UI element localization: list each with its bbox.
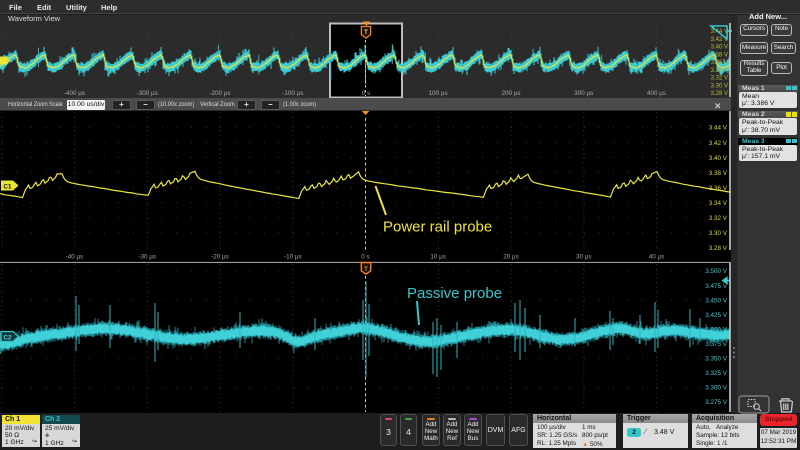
svg-text:3.500 V: 3.500 V	[705, 268, 728, 275]
svg-text:-300 µs: -300 µs	[137, 90, 158, 97]
svg-text:-40 µs: -40 µs	[66, 254, 84, 261]
svg-text:0 s: 0 s	[361, 254, 369, 261]
svg-text:-10 µs: -10 µs	[284, 254, 302, 261]
svg-text:C1: C1	[4, 184, 12, 191]
svg-text:200 µs: 200 µs	[501, 90, 520, 97]
svg-text:20 µs: 20 µs	[503, 254, 519, 261]
svg-text:3.32 V: 3.32 V	[709, 215, 728, 222]
svg-text:30 µs: 30 µs	[576, 254, 592, 261]
svg-text:T: T	[364, 266, 368, 273]
svg-text:-200 µs: -200 µs	[209, 90, 230, 97]
svg-text:3.40 V: 3.40 V	[711, 45, 728, 51]
svg-text:3.425 V: 3.425 V	[705, 312, 728, 319]
svg-text:3.450 V: 3.450 V	[705, 297, 728, 304]
svg-text:3.475 V: 3.475 V	[705, 283, 728, 290]
svg-text:3.38 V: 3.38 V	[709, 170, 728, 177]
svg-text:3.34 V: 3.34 V	[711, 68, 728, 74]
svg-text:100 µs: 100 µs	[429, 90, 448, 97]
svg-text:3.38 V: 3.38 V	[711, 52, 728, 58]
svg-text:3.32 V: 3.32 V	[711, 76, 728, 82]
svg-text:3.40 V: 3.40 V	[709, 155, 728, 162]
svg-text:3.325 V: 3.325 V	[705, 370, 728, 377]
svg-text:-100 µs: -100 µs	[282, 90, 303, 97]
svg-text:3.28 V: 3.28 V	[711, 91, 728, 97]
svg-text:300 µs: 300 µs	[574, 90, 593, 97]
svg-text:3.275 V: 3.275 V	[705, 399, 728, 406]
svg-text:T: T	[364, 30, 368, 36]
svg-text:3.34 V: 3.34 V	[709, 200, 728, 207]
svg-text:40 µs: 40 µs	[649, 254, 665, 261]
svg-text:-20 µs: -20 µs	[211, 254, 229, 261]
svg-text:-30 µs: -30 µs	[138, 254, 156, 261]
svg-text:C2: C2	[4, 334, 12, 341]
svg-text:10 µs: 10 µs	[430, 254, 446, 261]
svg-text:-400 µs: -400 µs	[64, 90, 85, 97]
svg-text:3.300 V: 3.300 V	[705, 385, 728, 392]
svg-text:3.36 V: 3.36 V	[711, 60, 728, 66]
svg-text:Power rail probe: Power rail probe	[383, 219, 492, 236]
svg-text:3.30 V: 3.30 V	[709, 230, 728, 237]
svg-text:3.350 V: 3.350 V	[705, 356, 728, 363]
svg-text:Passive probe: Passive probe	[407, 285, 502, 302]
svg-text:3.42 V: 3.42 V	[709, 140, 728, 147]
svg-text:400 µs: 400 µs	[647, 90, 666, 97]
svg-text:3.30 V: 3.30 V	[711, 84, 728, 90]
svg-text:3.44 V: 3.44 V	[709, 125, 728, 132]
